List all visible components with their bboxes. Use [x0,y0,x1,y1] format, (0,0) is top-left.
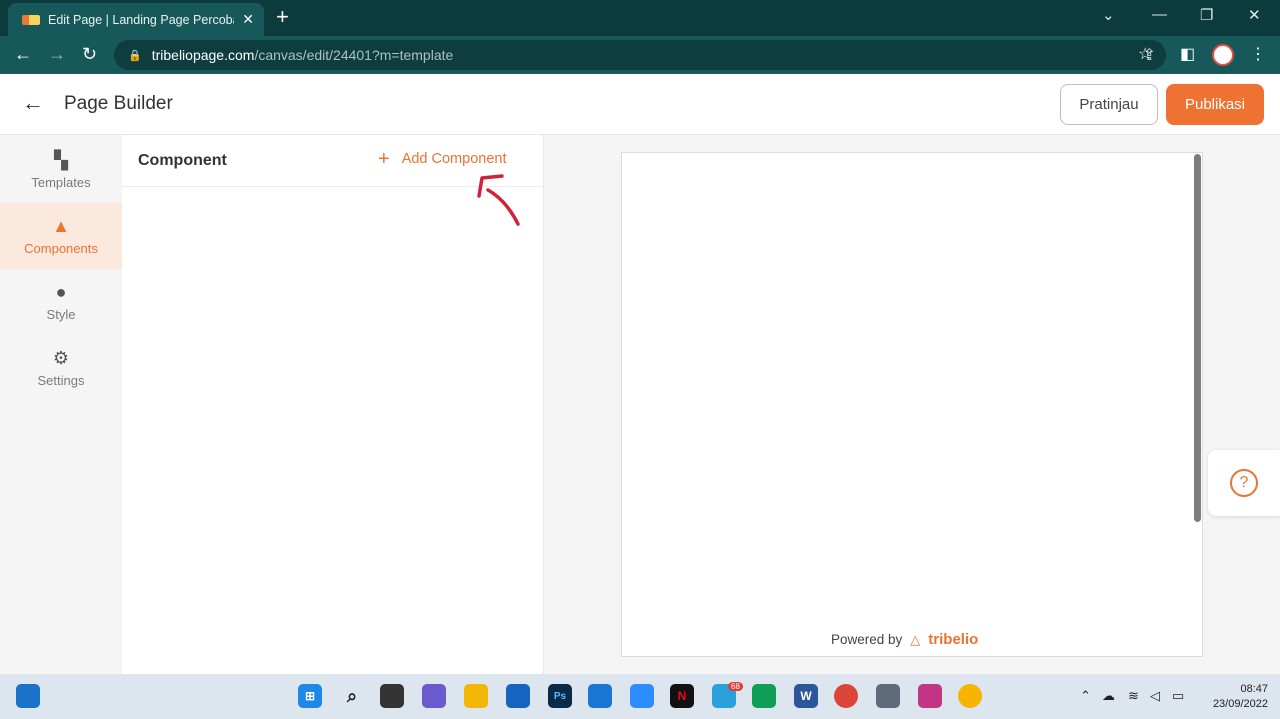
add-component-label: Add Component [401,151,507,167]
store-icon[interactable] [588,684,612,708]
new-tab-button[interactable]: + [276,6,289,28]
reload-icon[interactable]: ↻ [82,44,97,65]
address-bar[interactable]: 🔒 tribeliopage.com/canvas/edit/24401?m=t… [114,40,1166,70]
sidebar-item-style[interactable]: ● Style [0,269,122,335]
forward-nav-icon[interactable]: → [48,44,66,65]
onedrive-icon[interactable]: ☁ [1102,688,1115,704]
sidebar-item-templates[interactable]: ▚ Templates [0,137,122,203]
system-clock[interactable]: 08:47 23/09/2022 [1200,682,1268,712]
back-arrow-icon[interactable]: ← [22,90,44,116]
battery-icon[interactable]: ▭ [1172,688,1184,704]
components-icon: ▲ [52,215,70,236]
plus-icon: + [378,148,390,170]
volume-icon[interactable]: ◁ [1150,688,1160,704]
start-icon[interactable]: ⊞ [298,684,322,708]
sidebar-item-label: Style [46,306,76,322]
sidebar-item-settings[interactable]: ⚙ Settings [0,335,122,401]
profile-avatar[interactable] [1212,44,1234,66]
side-panel-icon[interactable]: ◧ [1180,44,1195,64]
minimize-icon[interactable]: — [1152,6,1167,23]
netflix-icon[interactable]: N [670,684,694,708]
calculator-icon[interactable] [876,684,900,708]
app-header: ← Page Builder Pratinjau Publikasi [0,74,1280,135]
back-nav-icon[interactable]: ← [14,44,32,65]
zoom-icon[interactable] [630,684,654,708]
sidebar-item-label: Components [24,240,98,256]
canvas-scrollbar[interactable] [1194,154,1201,522]
url-path: /canvas/edit/24401?m=template [254,47,454,63]
brand-name: tribelio [928,631,979,648]
file-explorer-icon[interactable] [464,684,488,708]
teams-icon[interactable] [422,684,446,708]
canvas-page[interactable] [621,152,1203,657]
panel-title: Component [138,152,227,169]
tribelio-favicon [22,14,40,25]
publish-button[interactable]: Publikasi [1166,84,1264,125]
palette-icon: ● [55,281,67,302]
chrome-icon[interactable] [834,684,858,708]
preview-button[interactable]: Pratinjau [1060,84,1158,125]
tab-search-icon[interactable]: ⌄ [1102,6,1115,24]
annotation-arrow [477,174,520,226]
search-icon[interactable]: ⌕ [340,684,364,708]
tray-chevron-icon[interactable]: ⌃ [1080,688,1091,704]
sidebar: ▚ Templates ▲ Components ● Style ⚙ Setti… [0,135,122,674]
restore-icon[interactable]: ❐ [1200,6,1213,24]
edge-icon[interactable] [752,684,776,708]
app-icon[interactable] [506,684,530,708]
page-title: Page Builder [64,93,173,114]
browser-menu-icon[interactable]: ⋮ [1250,44,1266,64]
tab-close-icon[interactable]: ✕ [242,11,254,28]
notification-badge: 68 [728,682,743,691]
add-component-button[interactable]: + Add Component [378,148,507,170]
help-icon: ? [1230,469,1258,497]
photoshop-icon[interactable]: Ps [548,684,572,708]
templates-icon: ▚ [54,149,68,170]
browser-tab-bar: Edit Page | Landing Page Percoba ✕ + ⌄ —… [0,0,1280,36]
url-host: tribeliopage.com [151,47,255,63]
tribelio-logo-icon: △ [910,631,921,647]
sidebar-item-label: Settings [37,372,85,388]
tab-title: Edit Page | Landing Page Percoba [48,12,235,27]
clock-date: 23/09/2022 [1212,698,1268,710]
help-button[interactable]: ? [1208,450,1280,516]
browser-tab[interactable]: Edit Page | Landing Page Percoba ✕ [8,3,264,36]
instagram-icon[interactable] [918,684,942,708]
wifi-icon[interactable]: ≋ [1128,688,1139,704]
powered-by: Powered by △ tribelio [831,631,978,648]
lock-icon: 🔒 [128,49,142,62]
chrome-profile-icon[interactable] [958,684,982,708]
window-close-icon[interactable]: ✕ [1248,6,1261,24]
sidebar-item-components[interactable]: ▲ Components [0,203,122,269]
clock-time: 08:47 [1240,683,1268,695]
gear-icon: ⚙ [52,347,70,368]
bookmark-star-icon[interactable]: ☆ [1138,44,1152,64]
word-icon[interactable]: W [794,684,818,708]
browser-toolbar: ← → ↻ 🔒 tribeliopage.com/canvas/edit/244… [0,36,1280,74]
taskbar: ⊞ ⌕ Ps N 68 W ⌃ ☁ ≋ ◁ ▭ 08:47 23/09/2022 [0,674,1280,719]
widgets-icon[interactable] [16,684,40,708]
task-view-icon[interactable] [380,684,404,708]
sidebar-item-label: Templates [31,174,91,190]
powered-by-label: Powered by [831,632,903,647]
